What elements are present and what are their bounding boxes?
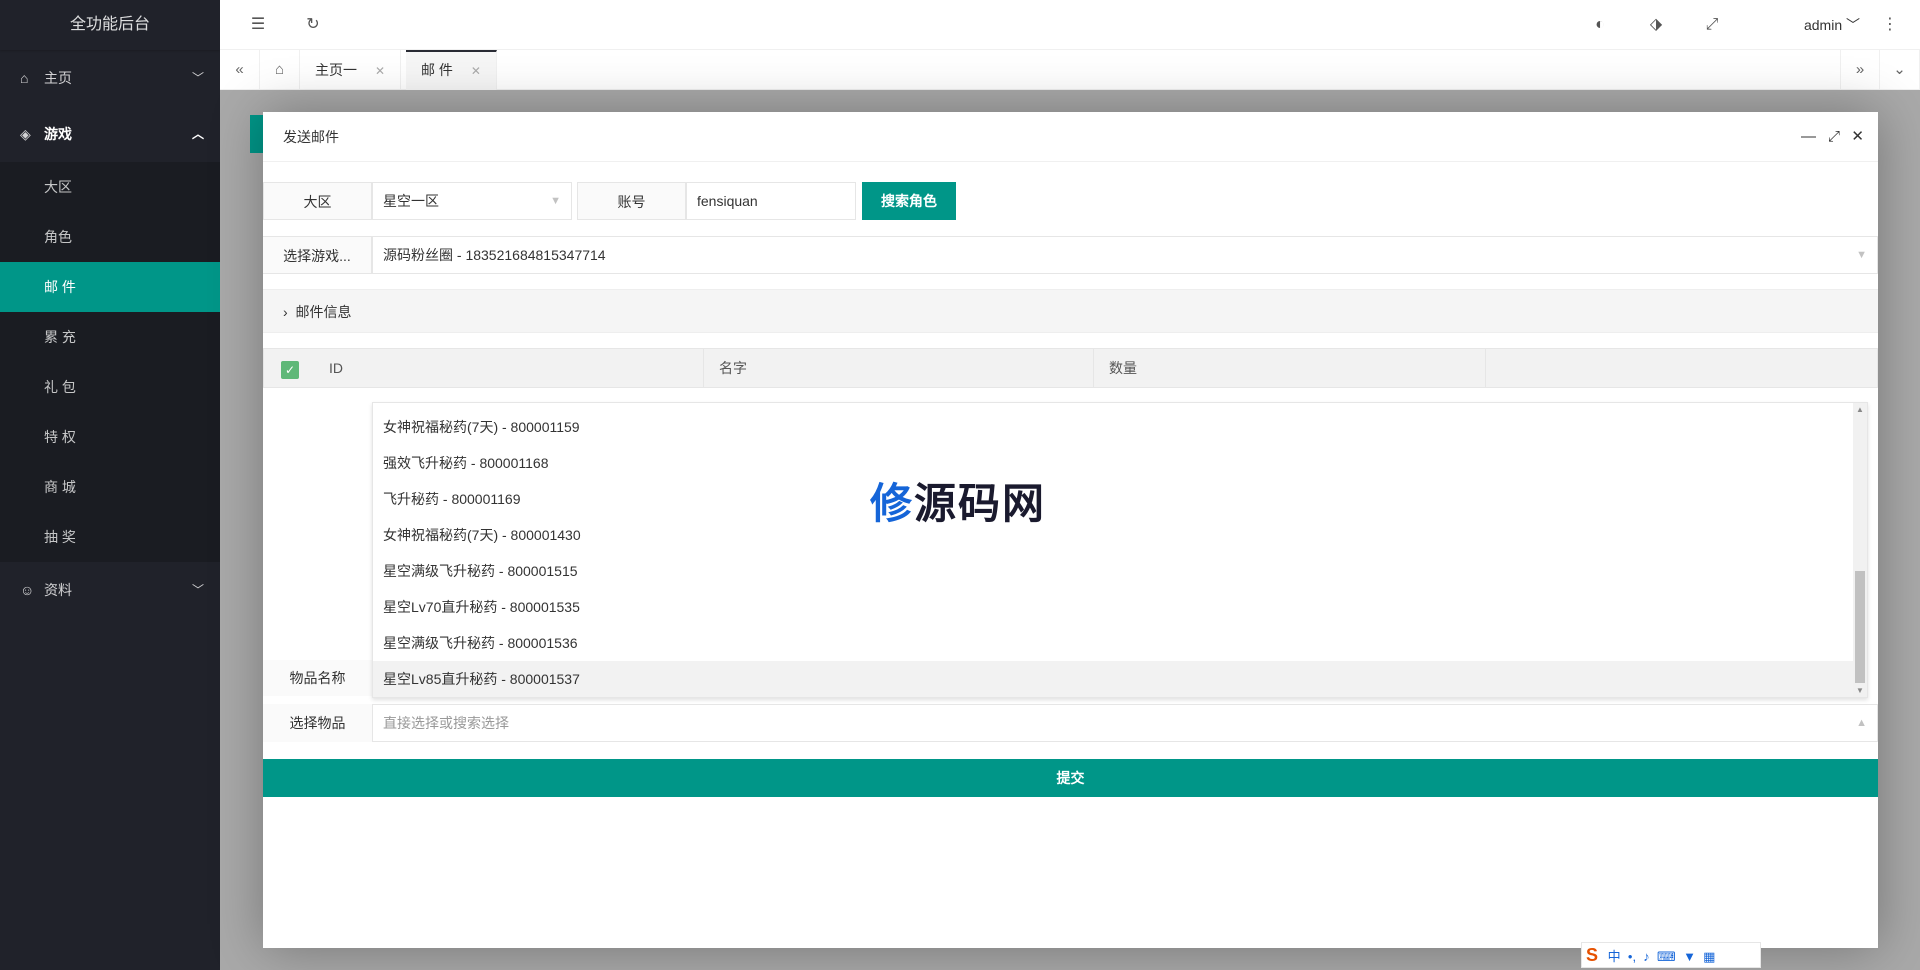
sidebar-item-label: 游戏 (44, 126, 72, 142)
more-icon[interactable]: ⋮ (1870, 0, 1910, 50)
select-item-label: 选择物品 (263, 704, 372, 742)
top-header: ☰ ↻ ◐ ⬗ ⤢ admin ﹀ ⋮ (220, 0, 1920, 50)
tag-icon[interactable]: ⬗ (1636, 0, 1676, 50)
watermark-part: 修 (870, 479, 915, 528)
role-label: 选择游戏... (263, 236, 372, 274)
sidebar-sub-role[interactable]: 角色 (0, 212, 220, 262)
sidebar-sub-recharge[interactable]: 累 充 (0, 312, 220, 362)
column-name: 名字 (704, 349, 1094, 387)
region-value: 星空一区 (383, 193, 439, 209)
close-icon[interactable]: ✕ (471, 64, 481, 78)
collapse-label: 邮件信息 (295, 304, 352, 320)
sogou-icon: S (1586, 945, 1599, 965)
submit-button[interactable]: 提交 (263, 759, 1878, 797)
select-item-placeholder: 直接选择或搜索选择 (383, 715, 509, 731)
tab-mail[interactable]: 邮 件 ✕ (406, 50, 497, 90)
chevron-right-icon: › (283, 304, 288, 320)
item-name-label: 物品名称 (263, 660, 372, 696)
tab-label: 主页一 (315, 62, 357, 78)
close-icon[interactable]: ✕ (1851, 112, 1864, 162)
home-tab-icon[interactable]: ⌂ (260, 50, 300, 90)
home-icon: ⌂ (20, 70, 29, 86)
column-id: ID (314, 349, 704, 387)
select-all-checkbox[interactable]: ✓ (281, 361, 299, 379)
maximize-icon[interactable]: ⤢ (1828, 112, 1840, 162)
search-role-button[interactable]: 搜索角色 (862, 182, 956, 220)
sidebar-sub-gift[interactable]: 礼 包 (0, 362, 220, 412)
refresh-icon[interactable]: ↻ (293, 0, 333, 50)
keyboard-icon: ⌨ (1653, 949, 1676, 964)
chevron-down-icon: ﹀ (191, 583, 204, 597)
item-dropdown: 女神祝福秘药(7天) - 800001159 强效飞升秘药 - 80000116… (372, 402, 1868, 698)
tab-label: 邮 件 (421, 62, 453, 78)
grid-icon: ▦ (1699, 949, 1716, 964)
dropdown-option[interactable]: 星空Lv70直升秘药 - 800001535 (373, 589, 1867, 625)
sidebar-item-profile[interactable]: ☺ 资料 ﹀ (0, 562, 220, 618)
palette-icon[interactable]: ◐ (1580, 0, 1620, 50)
chevron-down-icon: ﹀ (191, 71, 204, 85)
dropdown-option[interactable]: 星空满级飞升秘药 - 800001536 (373, 625, 1867, 661)
caret-down-icon: ▼ (1856, 249, 1867, 261)
fullscreen-icon[interactable]: ⤢ (1692, 0, 1732, 50)
account-input[interactable]: fensiquan (686, 182, 856, 220)
dropdown-option[interactable]: 飞升秘药 - 800001169 (373, 481, 1867, 517)
dropdown-option[interactable]: 女神祝福秘药(7天) - 800001430 (373, 517, 1867, 553)
region-select[interactable]: 星空一区 ▼ (372, 182, 572, 220)
role-value: 源码粉丝圈 - 183521684815347714 (383, 247, 606, 263)
punctuation-icon: •, (1624, 949, 1637, 964)
sidebar-sub-privilege[interactable]: 特 权 (0, 412, 220, 462)
minimize-icon[interactable]: — (1801, 112, 1816, 162)
region-label: 大区 (263, 182, 372, 220)
modal-title: 发送邮件 — ⤢ ✕ (263, 112, 1878, 162)
send-mail-modal: 发送邮件 — ⤢ ✕ 大区 星空一区 ▼ 账号 fensiquan 搜索角色 选… (263, 112, 1878, 948)
dropdown-option[interactable]: 星空Lv85直升秘药 - 800001537 (373, 661, 1867, 697)
ime-lang: 中 (1607, 949, 1621, 964)
sidebar-subnav: 大区 角色 邮 件 累 充 礼 包 特 权 商 城 抽 奖 (0, 162, 220, 562)
scroll-thumb[interactable] (1855, 571, 1865, 683)
sidebar: 全功能后台 ⌂ 主页 ﹀ ◈ 游戏 ︿ 大区 角色 邮 件 累 充 礼 包 特 … (0, 0, 220, 970)
tab-home[interactable]: 主页一 ✕ (300, 50, 402, 90)
sidebar-sub-shop[interactable]: 商 城 (0, 462, 220, 512)
chevron-down-icon: ﹀ (1846, 17, 1860, 33)
skin-icon: ▼ (1679, 949, 1696, 964)
caret-down-icon: ▼ (550, 195, 561, 207)
user-icon: ☺ (20, 582, 35, 598)
diamond-icon: ◈ (20, 126, 31, 142)
watermark-logo: 修源码网 (870, 470, 1046, 531)
sidebar-sub-mail[interactable]: 邮 件 (0, 262, 220, 312)
dropdown-option[interactable]: 星空满级飞升秘药 - 800001515 (373, 553, 1867, 589)
mail-info-collapse[interactable]: › 邮件信息 (263, 289, 1878, 333)
dropdown-scrollbar[interactable]: ▲ ▼ (1853, 403, 1867, 697)
user-menu[interactable]: admin ﹀ (1804, 0, 1860, 50)
tabs-next-icon[interactable]: » (1840, 50, 1880, 90)
sidebar-item-home[interactable]: ⌂ 主页 ﹀ (0, 50, 220, 106)
sidebar-sub-lottery[interactable]: 抽 奖 (0, 512, 220, 562)
tabs-prev-icon[interactable]: « (220, 50, 260, 90)
sidebar-item-game[interactable]: ◈ 游戏 ︿ (0, 106, 220, 162)
mic-icon: ♪ (1639, 949, 1650, 964)
role-select[interactable]: 源码粉丝圈 - 183521684815347714 ▼ (372, 236, 1878, 274)
chevron-up-icon: ︿ (191, 127, 204, 141)
select-item-input[interactable]: 直接选择或搜索选择 ▲ (372, 704, 1878, 742)
dropdown-option[interactable]: 女神祝福秘药(7天) - 800001159 (373, 409, 1867, 445)
ime-toolbar[interactable]: S 中 •, ♪ ⌨ ▼ ▦ (1581, 942, 1761, 968)
scroll-down-icon[interactable]: ▼ (1853, 686, 1867, 695)
menu-toggle-icon[interactable]: ☰ (238, 0, 278, 50)
items-table-header: ✓ ID 名字 数量 (263, 348, 1878, 388)
column-quantity: 数量 (1094, 349, 1486, 387)
app-title: 全功能后台 (0, 0, 220, 50)
sidebar-sub-region[interactable]: 大区 (0, 162, 220, 212)
tab-bar: « ⌂ 主页一 ✕ 邮 件 ✕ » ⌄ (220, 50, 1920, 90)
account-label: 账号 (577, 182, 686, 220)
tabs-menu-icon[interactable]: ⌄ (1880, 50, 1920, 90)
dropdown-option[interactable]: 强效飞升秘药 - 800001168 (373, 445, 1867, 481)
sidebar-item-label: 主页 (44, 70, 72, 86)
modal-title-text: 发送邮件 (283, 129, 339, 145)
scroll-up-icon[interactable]: ▲ (1853, 405, 1867, 414)
close-icon[interactable]: ✕ (375, 64, 385, 78)
sidebar-item-label: 资料 (44, 582, 72, 598)
watermark-part: 源码网 (914, 479, 1047, 528)
user-name: admin (1803, 17, 1843, 33)
caret-up-icon: ▲ (1856, 717, 1867, 729)
